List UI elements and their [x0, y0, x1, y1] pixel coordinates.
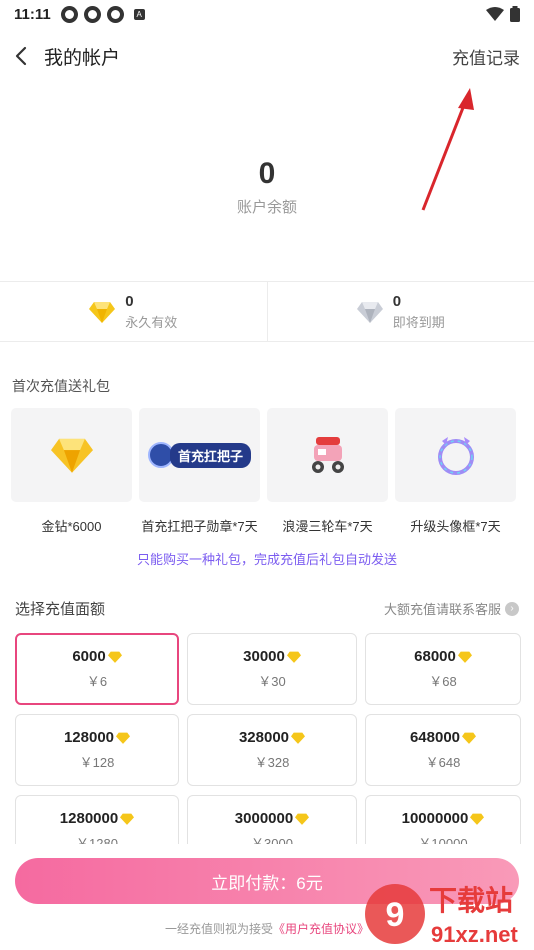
gold-diamond-icon: [295, 813, 310, 825]
app-header: 我的帐户 充值记录: [0, 28, 534, 84]
recharge-option[interactable]: 128000 ￥128: [15, 714, 179, 786]
annotation-arrow-icon: [421, 88, 474, 211]
gold-diamond-icon: [120, 813, 135, 825]
gold-diamond-icon: [457, 651, 472, 663]
gift-item[interactable]: 升级头像框*7天: [395, 408, 516, 535]
medal-badge-icon: 首充扛把子: [147, 442, 251, 468]
gold-diamond-icon: [470, 813, 485, 825]
watermark-logo: 9 下载站 91xz.net: [365, 884, 518, 947]
gift-label: 升级头像框*7天: [410, 519, 501, 534]
svg-text:9: 9: [386, 896, 405, 934]
recharge-option[interactable]: 328000 ￥328: [187, 714, 357, 786]
tricycle-icon: [311, 437, 344, 473]
recharge-header: 选择充值面额 大额充值请联系客服 ›: [0, 598, 534, 619]
balance-panel: 0 账户余额: [0, 84, 534, 282]
silver-diamond-icon: [356, 301, 383, 323]
gift-section-title: 首次充值送礼包: [12, 378, 110, 394]
gift-item[interactable]: 浪漫三轮车*7天: [267, 408, 388, 535]
status-bar: 11:11 A: [0, 0, 534, 28]
gem-permanent: 0 永久有效: [0, 282, 267, 341]
gift-item[interactable]: 首充扛把子 首充扛把子勋章*7天: [139, 408, 260, 535]
gold-diamond-icon: [50, 438, 93, 473]
option-price: ￥648: [425, 755, 461, 770]
recharge-history-link[interactable]: 充值记录: [452, 44, 520, 69]
app-notification-icon: [106, 5, 124, 23]
gem-count: 0: [392, 292, 402, 310]
gift-label: 首充扛把子勋章*7天: [141, 519, 258, 534]
recharge-section-title: 选择充值面额: [15, 601, 106, 618]
gem-desc: 永久有效: [125, 314, 178, 330]
gem-desc: 即将到期: [392, 314, 445, 330]
option-price: ￥30: [258, 674, 286, 689]
app-notification-icon: [60, 5, 78, 23]
status-right: [486, 6, 520, 22]
gift-label: 金钻*6000: [41, 519, 102, 534]
gold-diamond-icon: [291, 732, 306, 744]
contact-service-link[interactable]: 大额充值请联系客服 ›: [384, 599, 519, 618]
gold-diamond-icon: [107, 651, 122, 663]
notification-icons: A: [60, 5, 145, 23]
agreement-link[interactable]: 《用户充值协议》: [273, 922, 369, 936]
gift-label: 浪漫三轮车*7天: [282, 519, 373, 534]
gift-note: 只能购买一种礼包，完成充值后礼包自动发送: [136, 552, 397, 567]
gem-expiring: 0 即将到期: [266, 282, 534, 341]
recharge-option[interactable]: 30000 ￥30: [187, 633, 357, 705]
recharge-options: 6000 ￥6 30000 ￥30 68000 ￥68 128000 ￥128 …: [0, 633, 534, 867]
wifi-icon: [486, 7, 504, 21]
recharge-option[interactable]: 648000 ￥648: [365, 714, 521, 786]
option-price: ￥128: [79, 755, 115, 770]
chevron-right-icon: ›: [505, 601, 519, 616]
gold-diamond-icon: [462, 732, 477, 744]
gift-item[interactable]: 金钻*6000: [11, 408, 132, 535]
app-notification-icon: [83, 5, 101, 23]
gold-diamond-icon: [116, 732, 131, 744]
avatar-frame-icon: [437, 437, 474, 475]
svg-text:下载站: 下载站: [429, 884, 513, 917]
status-time: 11:11: [14, 5, 51, 23]
recharge-option[interactable]: 68000 ￥68: [365, 633, 521, 705]
recharge-option[interactable]: 6000 ￥6: [15, 633, 179, 705]
option-price: ￥6: [86, 674, 108, 689]
gift-list: 金钻*6000 首充扛把子 首充扛把子勋章*7天 浪漫三轮车*7天 升级头像框*…: [0, 408, 534, 535]
svg-text:91xz.net: 91xz.net: [431, 922, 518, 947]
gem-count: 0: [125, 292, 134, 310]
a-notification-icon: A: [133, 8, 145, 20]
page-title: 我的帐户: [44, 47, 121, 69]
gold-diamond-icon: [286, 651, 301, 663]
option-price: ￥328: [254, 755, 290, 770]
option-price: ￥68: [429, 674, 457, 689]
gem-summary: 0 永久有效 0 即将到期: [0, 282, 534, 342]
battery-icon: [510, 6, 520, 22]
gold-diamond-icon: [89, 301, 116, 323]
back-arrow-icon[interactable]: [14, 46, 34, 66]
